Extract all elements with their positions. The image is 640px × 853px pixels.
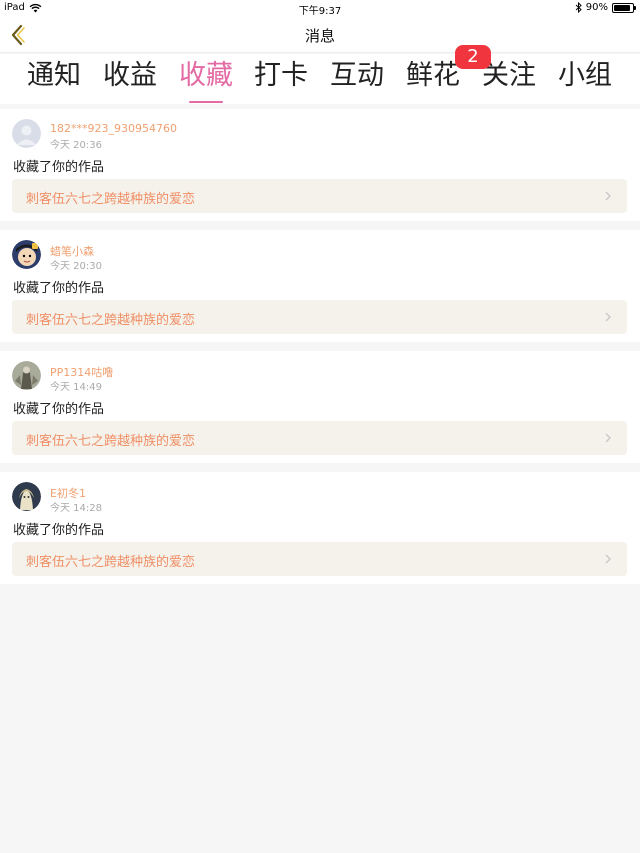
avatar[interactable] [12, 240, 41, 269]
list-item: 182***923_930954760 今天 20:36 收藏了你的作品 刺客伍… [0, 109, 640, 221]
username[interactable]: 182***923_930954760 [50, 122, 177, 135]
chevron-right-icon [605, 554, 611, 564]
default-avatar-icon [12, 119, 41, 148]
unread-badge: 2 [455, 45, 491, 69]
list-item: PP1314咕噜 今天 14:49 收藏了你的作品 刺客伍六七之跨越种族的爱恋 [0, 351, 640, 463]
battery-percent: 90% [585, 2, 608, 13]
tab-bar: 通知 收益 收藏 打卡 互动 鲜花 关注 小组 [0, 54, 640, 104]
tab-notifications[interactable]: 通知 [23, 60, 85, 100]
tab-checkin[interactable]: 打卡 [250, 60, 312, 100]
avatar[interactable] [12, 361, 41, 390]
work-link[interactable]: 刺客伍六七之跨越种族的爱恋 [12, 421, 627, 455]
battery-level [614, 4, 631, 11]
cartoon-avatar-icon [12, 240, 41, 269]
tab-earnings[interactable]: 收益 [99, 60, 161, 100]
tab-label: 互动 [330, 60, 384, 91]
work-title: 刺客伍六七之跨越种族的爱恋 [26, 313, 196, 328]
tab-label: 收藏 [179, 60, 233, 91]
list-item: 蜡笔小森 今天 20:30 收藏了你的作品 刺客伍六七之跨越种族的爱恋 [0, 230, 640, 342]
status-time: 下午9:37 [298, 6, 342, 17]
nav-bar: 消息 [0, 17, 640, 53]
action-text: 收藏了你的作品 [13, 281, 105, 296]
chevron-right-icon [605, 433, 611, 443]
tab-label: 小组 [558, 60, 612, 91]
tab-label: 鲜花 [406, 60, 460, 91]
bluetooth-icon [575, 2, 582, 13]
timestamp: 今天 20:30 [50, 261, 102, 272]
status-bar: iPad 下午9:37 90% [0, 0, 640, 17]
chevron-right-icon [605, 312, 611, 322]
battery-icon [612, 2, 636, 13]
photo-avatar-icon [12, 361, 41, 390]
tab-groups[interactable]: 小组 [554, 60, 616, 100]
action-text: 收藏了你的作品 [13, 523, 105, 538]
tab-label: 收益 [103, 60, 157, 91]
page-title: 消息 [304, 27, 335, 45]
tab-flowers[interactable]: 鲜花 [402, 60, 464, 100]
action-text: 收藏了你的作品 [13, 160, 105, 175]
tab-label: 通知 [27, 60, 81, 91]
timestamp: 今天 14:49 [50, 382, 102, 393]
work-title: 刺客伍六七之跨越种族的爱恋 [26, 555, 196, 570]
timestamp: 今天 20:36 [50, 140, 102, 151]
tab-favorites[interactable]: 收藏 [175, 60, 237, 103]
list-item: E初冬1 今天 14:28 收藏了你的作品 刺客伍六七之跨越种族的爱恋 [0, 472, 640, 584]
work-link[interactable]: 刺客伍六七之跨越种族的爱恋 [12, 300, 627, 334]
work-title: 刺客伍六七之跨越种族的爱恋 [26, 192, 196, 207]
avatar[interactable] [12, 119, 41, 148]
work-link[interactable]: 刺客伍六七之跨越种族的爱恋 [12, 179, 627, 213]
timestamp: 今天 14:28 [50, 503, 102, 514]
anime-avatar-icon [12, 482, 41, 511]
active-tab-indicator [189, 101, 223, 103]
status-right: 90% [575, 2, 636, 13]
work-title: 刺客伍六七之跨越种族的爱恋 [26, 434, 196, 449]
work-link[interactable]: 刺客伍六七之跨越种族的爱恋 [12, 542, 627, 576]
tab-label: 打卡 [254, 60, 308, 91]
chevron-right-icon [605, 191, 611, 201]
action-text: 收藏了你的作品 [13, 402, 105, 417]
avatar[interactable] [12, 482, 41, 511]
favorites-feed: 182***923_930954760 今天 20:36 收藏了你的作品 刺客伍… [0, 109, 640, 593]
tab-interaction[interactable]: 互动 [326, 60, 388, 100]
